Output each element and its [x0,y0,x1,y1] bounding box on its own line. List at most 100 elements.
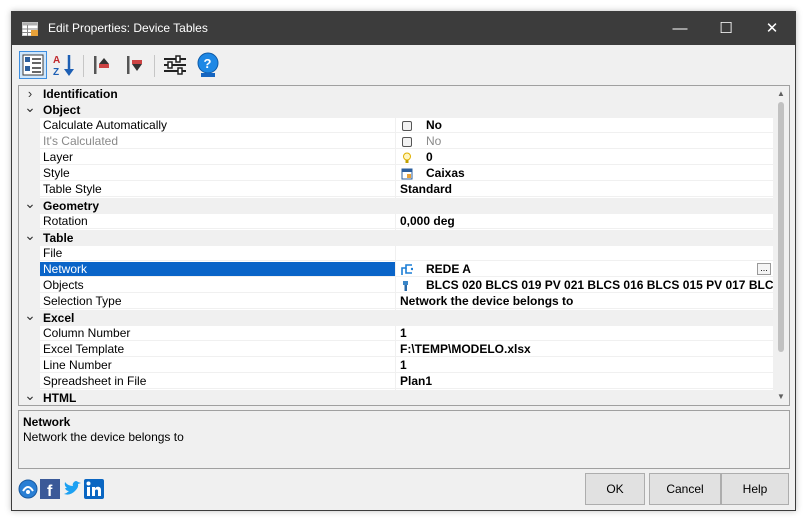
property-row-style[interactable]: Style Caixas [19,166,773,182]
vertical-scrollbar[interactable]: ▲ ▼ [773,86,789,405]
property-row-table-style[interactable]: Table Style Standard [19,182,773,198]
help-button-toolbar[interactable]: ? [194,51,222,79]
property-row-column-number[interactable]: Column Number 1 [19,326,773,342]
pipe-icon [401,280,413,292]
cancel-button[interactable]: Cancel [649,473,721,505]
property-name[interactable]: Calculate Automatically [40,118,395,133]
property-row-network[interactable]: Network REDE A... [19,262,773,278]
property-name[interactable]: Network [40,262,395,277]
move-down-button[interactable] [121,51,149,79]
property-row-excel-template[interactable]: Excel Template F:\TEMP\MODELO.xlsx [19,342,773,358]
property-value-text: 1 [400,326,407,340]
property-name[interactable]: Column Number [40,326,395,341]
settings-sliders-icon [164,55,186,75]
category-label: Geometry [43,199,100,213]
category-excel[interactable]: ⌄ Excel [19,308,773,326]
property-name[interactable]: Rotation [40,214,395,229]
linkedin-icon[interactable] [84,479,104,499]
property-value[interactable]: 0 [396,150,773,165]
ellipsis-button[interactable]: ... [757,263,771,275]
property-row-layer[interactable]: Layer 0 [19,150,773,166]
scroll-up-icon[interactable]: ▲ [773,87,789,101]
property-value[interactable]: Plan1 [396,374,773,389]
property-value[interactable]: No [396,134,773,149]
category-html[interactable]: ⌄ HTML [19,388,773,405]
property-row-objects[interactable]: Objects BLCS 020 BLCS 019 PV 021 BLCS 016… [19,278,773,294]
move-up-button[interactable] [88,51,116,79]
property-value[interactable]: BLCS 020 BLCS 019 PV 021 BLCS 016 BLCS 0… [396,278,773,293]
sort-alphabetical-button[interactable]: A Z [50,51,78,79]
twitter-icon[interactable] [62,479,82,499]
svg-text:f: f [47,483,53,499]
property-value[interactable]: 1 [396,326,773,341]
chevron-down-icon[interactable]: ⌄ [23,308,37,326]
property-name[interactable]: File [40,246,395,261]
facebook-icon[interactable]: f [40,479,60,499]
property-value[interactable]: 0,000 deg [396,214,773,229]
ok-button[interactable]: OK [585,473,645,505]
svg-text:A: A [53,55,60,66]
scroll-down-icon[interactable]: ▼ [773,390,789,404]
property-name[interactable]: Excel Template [40,342,395,357]
category-label: Table [43,231,74,245]
help-globe-icon: ? [197,52,219,77]
property-value[interactable]: 1 [396,358,773,373]
settings-button[interactable] [161,51,189,79]
maximize-button[interactable]: ☐ [703,12,749,45]
window-title: Edit Properties: Device Tables [48,21,208,35]
property-value[interactable]: F:\TEMP\MODELO.xlsx [396,342,773,357]
property-name[interactable]: Objects [40,278,395,293]
category-object[interactable]: ⌄ Object [19,100,773,118]
property-row-calculate-automatically[interactable]: Calculate Automatically No [19,118,773,134]
property-name[interactable]: Layer [40,150,395,165]
property-value[interactable] [396,246,773,261]
help-button[interactable]: Help [721,473,789,505]
property-name[interactable]: Style [40,166,395,181]
categorized-button[interactable] [19,51,47,79]
category-identification[interactable]: › Identification [19,86,773,102]
property-grid-toolbar: A Z ? [17,50,792,82]
property-value-text: 1 [400,358,407,372]
property-row-file[interactable]: File [19,246,773,262]
property-name[interactable]: Selection Type [40,294,395,309]
chevron-down-icon[interactable]: ⌄ [23,228,37,246]
property-name[interactable]: Line Number [40,358,395,373]
chevron-down-icon[interactable]: ⌄ [23,388,37,405]
property-value[interactable]: Standard [396,182,773,197]
category-geometry[interactable]: ⌄ Geometry [19,196,773,214]
property-row-selection-type[interactable]: Selection Type Network the device belongs… [19,294,773,310]
chevron-down-icon[interactable]: ⌄ [23,196,37,214]
property-value-text: Caixas [426,166,465,180]
property-value-text: BLCS 020 BLCS 019 PV 021 BLCS 016 BLCS 0… [426,278,773,292]
property-value[interactable]: No [396,118,773,133]
property-row-rotation[interactable]: Rotation 0,000 deg [19,214,773,230]
title-bar[interactable]: Edit Properties: Device Tables — ☐ ✕ [12,12,795,45]
category-table[interactable]: ⌄ Table [19,228,773,246]
property-value[interactable]: Network the device belongs to [396,294,773,309]
row-gutter [19,150,40,166]
close-button[interactable]: ✕ [749,12,795,45]
close-icon: ✕ [765,20,779,37]
scrollbar-thumb[interactable] [778,102,784,352]
property-value[interactable]: Caixas [396,166,773,181]
property-value[interactable]: REDE A... [396,262,773,277]
category-label: Object [43,103,81,117]
table-app-icon [22,22,38,36]
property-name[interactable]: It's Calculated [40,134,395,149]
property-name[interactable]: Table Style [40,182,395,197]
description-title: Network [23,415,71,429]
property-row-spreadsheet-in-file[interactable]: Spreadsheet in File Plan1 [19,374,773,390]
app-logo-icon[interactable] [18,479,38,499]
row-gutter [19,358,40,374]
chevron-down-icon[interactable]: ⌄ [23,100,37,118]
property-row-line-number[interactable]: Line Number 1 [19,358,773,374]
checkbox-icon [401,120,413,132]
property-value-text: REDE A [426,262,471,276]
category-label: Excel [43,311,75,325]
property-name[interactable]: Spreadsheet in File [40,374,395,389]
property-row-it-s-calculated[interactable]: It's Calculated No [19,134,773,150]
svg-text:Z: Z [53,67,59,77]
minimize-button[interactable]: — [657,12,703,45]
category-background [19,86,773,102]
toolbar-separator [154,55,155,77]
